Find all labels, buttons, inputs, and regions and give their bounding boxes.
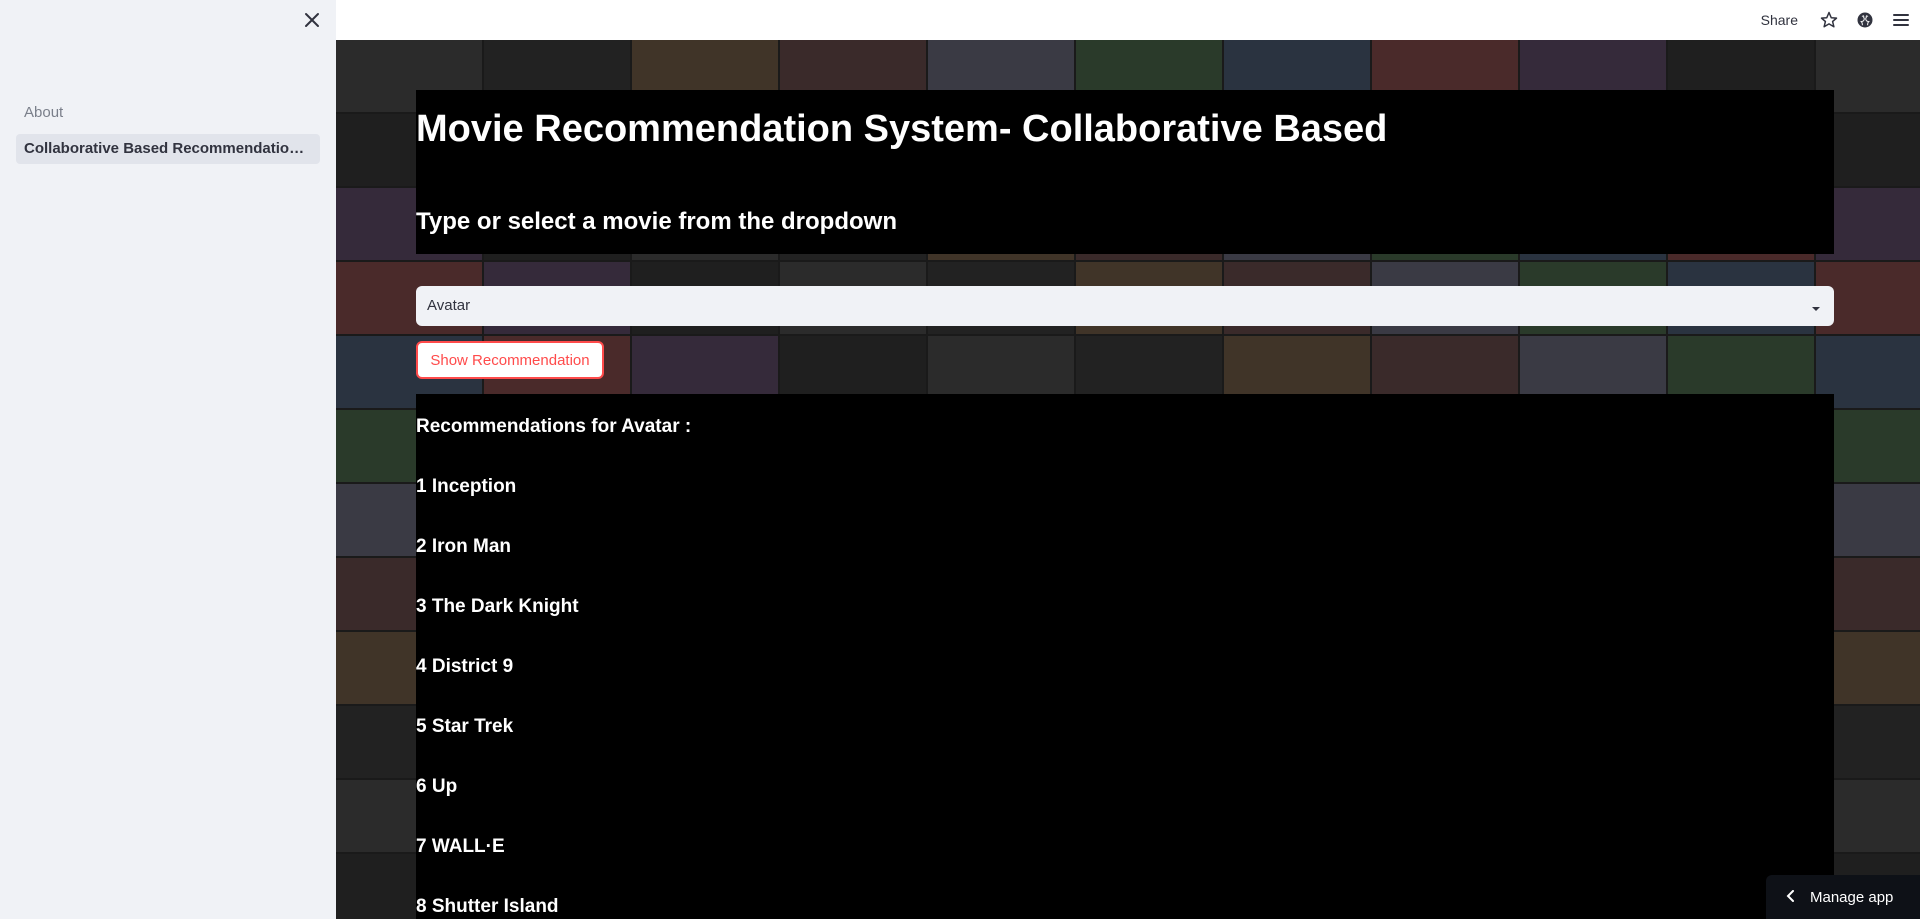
manage-app-label: Manage app bbox=[1810, 888, 1894, 906]
sidebar-item-collaborative[interactable]: Collaborative Based Recommendation ... bbox=[16, 134, 320, 164]
hamburger-menu-icon[interactable] bbox=[1890, 9, 1912, 31]
github-icon[interactable] bbox=[1854, 9, 1876, 31]
list-item: 4 District 9 bbox=[416, 656, 514, 677]
recommendations-heading: Recommendations for Avatar : bbox=[416, 416, 692, 437]
sidebar-item-about[interactable]: About bbox=[16, 98, 320, 128]
page-title: Movie Recommendation System- Collaborati… bbox=[416, 108, 1388, 150]
list-item: 1 Inception bbox=[416, 476, 517, 497]
list-item: 6 Up bbox=[416, 776, 458, 797]
results-strip bbox=[416, 394, 1834, 919]
chevron-left-icon bbox=[1786, 889, 1796, 906]
page-subtitle: Type or select a movie from the dropdown bbox=[416, 208, 897, 235]
list-item: 3 The Dark Knight bbox=[416, 596, 579, 617]
recommendation-list: 1 Inception 2 Iron Man 3 The Dark Knight… bbox=[416, 476, 579, 919]
close-sidebar-icon[interactable] bbox=[300, 8, 324, 32]
sidebar-nav: About Collaborative Based Recommendation… bbox=[16, 98, 320, 164]
chevron-down-icon bbox=[1810, 300, 1822, 319]
list-item: 8 Shutter Island bbox=[416, 896, 559, 917]
star-icon[interactable] bbox=[1818, 9, 1840, 31]
list-item: 2 Iron Man bbox=[416, 536, 512, 557]
list-item: 7 WALL·E bbox=[416, 836, 505, 857]
top-header: Share bbox=[336, 0, 1920, 40]
share-button[interactable]: Share bbox=[1761, 12, 1798, 28]
manage-app-button[interactable]: Manage app bbox=[1766, 875, 1920, 919]
sidebar: About Collaborative Based Recommendation… bbox=[0, 0, 336, 919]
show-recommendation-button[interactable]: Show Recommendation bbox=[416, 341, 604, 379]
list-item: 5 Star Trek bbox=[416, 716, 514, 737]
movie-select-value: Avatar bbox=[427, 297, 471, 314]
movie-select[interactable]: Avatar bbox=[416, 286, 1834, 326]
